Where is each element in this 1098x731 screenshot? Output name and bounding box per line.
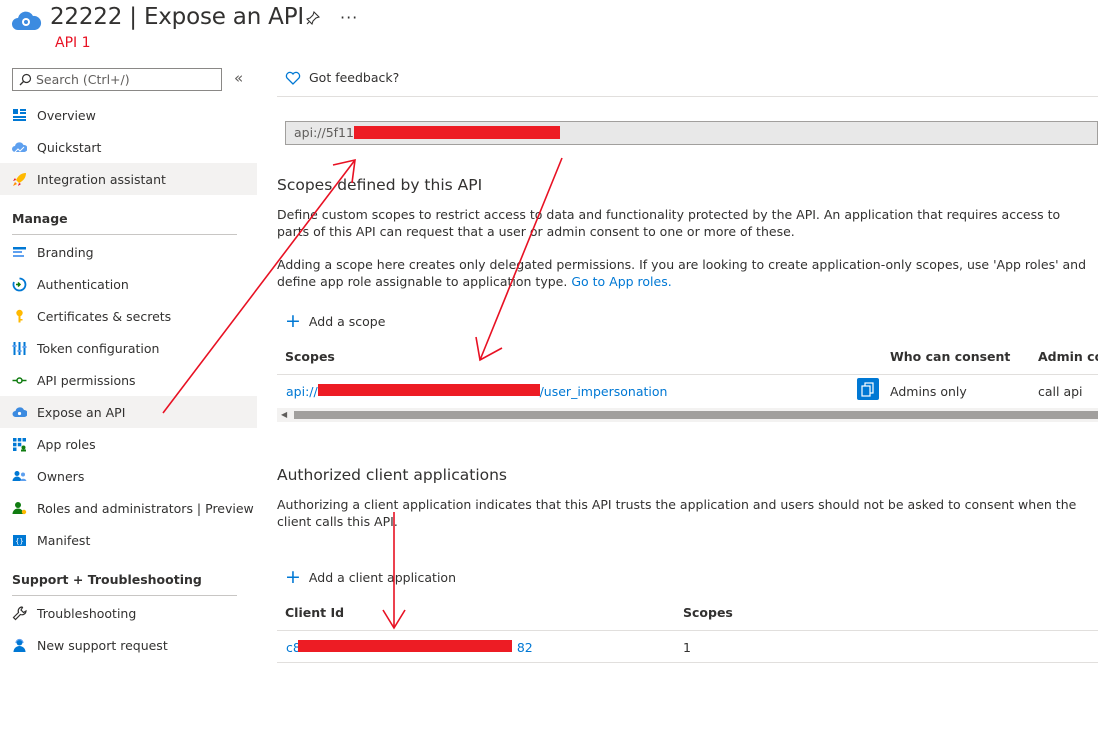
sidebar-section-support: Support + Troubleshooting bbox=[12, 572, 202, 587]
plus-icon: + bbox=[285, 310, 301, 332]
clients-section-title: Authorized client applications bbox=[277, 466, 508, 484]
heart-icon bbox=[285, 71, 301, 85]
sidebar-item-label: Certificates & secrets bbox=[37, 308, 172, 324]
scopes-description: Define custom scopes to restrict access … bbox=[277, 207, 1061, 239]
sidebar-item-label: Quickstart bbox=[37, 139, 102, 155]
column-header-client-id[interactable]: Client Id bbox=[285, 605, 344, 620]
collapse-sidebar-icon[interactable]: « bbox=[234, 69, 243, 87]
key-icon bbox=[12, 309, 27, 324]
feedback-button[interactable]: Got feedback? bbox=[285, 70, 399, 85]
section-divider bbox=[12, 234, 237, 235]
sidebar-item-label: App roles bbox=[37, 436, 96, 452]
sidebar-item-overview[interactable]: Overview bbox=[0, 99, 257, 131]
sidebar-item-label: Troubleshooting bbox=[37, 605, 137, 621]
sidebar-item-label: Branding bbox=[37, 244, 94, 260]
token-icon bbox=[12, 341, 27, 356]
sidebar-item-label: Integration assistant bbox=[37, 171, 166, 187]
roles-icon bbox=[12, 501, 27, 516]
scroll-left-icon[interactable]: ◀ bbox=[281, 410, 287, 419]
clients-description: Authorizing a client application indicat… bbox=[277, 497, 1077, 529]
client-scopes-count: 1 bbox=[683, 640, 691, 655]
column-header-scopes[interactable]: Scopes bbox=[285, 349, 335, 364]
sidebar: « Overview Quickstart Integration assist… bbox=[0, 60, 258, 731]
search-icon bbox=[19, 73, 32, 86]
rocket-icon bbox=[12, 172, 27, 187]
sidebar-item-label: New support request bbox=[37, 637, 168, 653]
sidebar-item-expose-an-api[interactable]: Expose an API bbox=[0, 396, 257, 428]
wrench-icon bbox=[12, 605, 27, 621]
plus-icon: + bbox=[285, 566, 301, 588]
add-client-label: Add a client application bbox=[308, 569, 456, 585]
add-scope-button[interactable]: + Add a scope bbox=[285, 310, 386, 332]
add-client-application-button[interactable]: + Add a client application bbox=[285, 566, 456, 588]
pin-icon[interactable] bbox=[305, 10, 321, 29]
page-header: 22222 | Expose an API ··· API 1 bbox=[0, 0, 1098, 60]
sidebar-item-branding[interactable]: Branding bbox=[0, 236, 257, 268]
sidebar-item-api-permissions[interactable]: API permissions bbox=[0, 364, 257, 396]
sidebar-item-label: Overview bbox=[37, 107, 96, 123]
sidebar-item-owners[interactable]: Owners bbox=[0, 460, 257, 492]
sidebar-item-label: Expose an API bbox=[37, 404, 126, 420]
branding-icon bbox=[12, 245, 27, 260]
admin-consent-name-value: call api bbox=[1038, 384, 1083, 399]
feedback-label: Got feedback? bbox=[309, 70, 400, 85]
owners-icon bbox=[12, 469, 27, 484]
sidebar-item-new-support-request[interactable]: New support request bbox=[0, 629, 257, 661]
scopes-delegated-note: Adding a scope here creates only delegat… bbox=[277, 257, 1087, 289]
horizontal-scrollbar[interactable]: ◀ bbox=[277, 408, 1098, 422]
cloud-icon bbox=[12, 405, 28, 420]
redaction-mark bbox=[354, 126, 560, 139]
page-title: 22222 | Expose an API bbox=[50, 4, 304, 30]
sidebar-item-label: Authentication bbox=[37, 276, 129, 292]
scopes-section-title: Scopes defined by this API bbox=[277, 176, 483, 194]
toolbar-divider bbox=[277, 96, 1098, 97]
sidebar-item-label: API permissions bbox=[37, 372, 136, 388]
column-header-admin-consent[interactable]: Admin consent display name bbox=[1038, 349, 1098, 364]
application-id-uri-value: api://5f11e bbox=[294, 125, 362, 140]
app-roles-icon bbox=[12, 437, 27, 452]
main-content: Got feedback? api://5f11e Scopes defined… bbox=[277, 60, 1098, 731]
column-header-client-scopes[interactable]: Scopes bbox=[683, 605, 733, 620]
sidebar-item-app-roles[interactable]: App roles bbox=[0, 428, 257, 460]
column-header-who-can-consent[interactable]: Who can consent bbox=[890, 349, 1010, 364]
page-subtitle: API 1 bbox=[55, 35, 91, 51]
app-registration-icon bbox=[12, 11, 42, 30]
authentication-icon bbox=[12, 277, 27, 292]
copy-to-clipboard-button[interactable] bbox=[857, 378, 879, 400]
table-header-divider bbox=[277, 374, 1098, 375]
section-divider bbox=[12, 595, 237, 596]
add-scope-label: Add a scope bbox=[308, 313, 386, 329]
sidebar-item-quickstart[interactable]: Quickstart bbox=[0, 131, 257, 163]
go-to-app-roles-link[interactable]: Go to App roles. bbox=[571, 274, 671, 289]
redaction-mark bbox=[318, 384, 540, 396]
copy-icon bbox=[861, 382, 874, 397]
support-icon bbox=[12, 638, 27, 653]
quickstart-icon bbox=[12, 140, 28, 155]
svg-text:{}: {} bbox=[15, 537, 23, 545]
more-options-icon[interactable]: ··· bbox=[340, 8, 358, 27]
table-header-divider bbox=[277, 630, 1098, 631]
sidebar-item-manifest[interactable]: {} Manifest bbox=[0, 524, 257, 556]
redaction-mark bbox=[298, 640, 512, 652]
sidebar-item-label: Token configuration bbox=[37, 340, 160, 356]
search-box[interactable] bbox=[12, 68, 222, 91]
sidebar-item-troubleshooting[interactable]: Troubleshooting bbox=[0, 597, 257, 629]
sidebar-section-manage: Manage bbox=[12, 211, 68, 226]
sidebar-item-label: Roles and administrators | Preview bbox=[37, 500, 254, 516]
permissions-icon bbox=[12, 373, 27, 388]
manifest-icon: {} bbox=[12, 533, 27, 548]
sidebar-item-token-configuration[interactable]: Token configuration bbox=[0, 332, 257, 364]
sidebar-item-certificates-secrets[interactable]: Certificates & secrets bbox=[0, 300, 257, 332]
scrollbar-thumb[interactable] bbox=[294, 411, 1098, 419]
table-row-divider bbox=[277, 662, 1098, 663]
sidebar-item-label: Owners bbox=[37, 468, 85, 484]
sidebar-item-integration-assistant[interactable]: Integration assistant bbox=[0, 163, 257, 195]
overview-icon bbox=[12, 108, 27, 123]
sidebar-item-label: Manifest bbox=[37, 532, 91, 548]
sidebar-item-authentication[interactable]: Authentication bbox=[0, 268, 257, 300]
sidebar-item-roles-administrators[interactable]: Roles and administrators | Preview bbox=[0, 492, 257, 524]
who-can-consent-value: Admins only bbox=[890, 384, 967, 399]
search-input[interactable] bbox=[36, 72, 216, 87]
